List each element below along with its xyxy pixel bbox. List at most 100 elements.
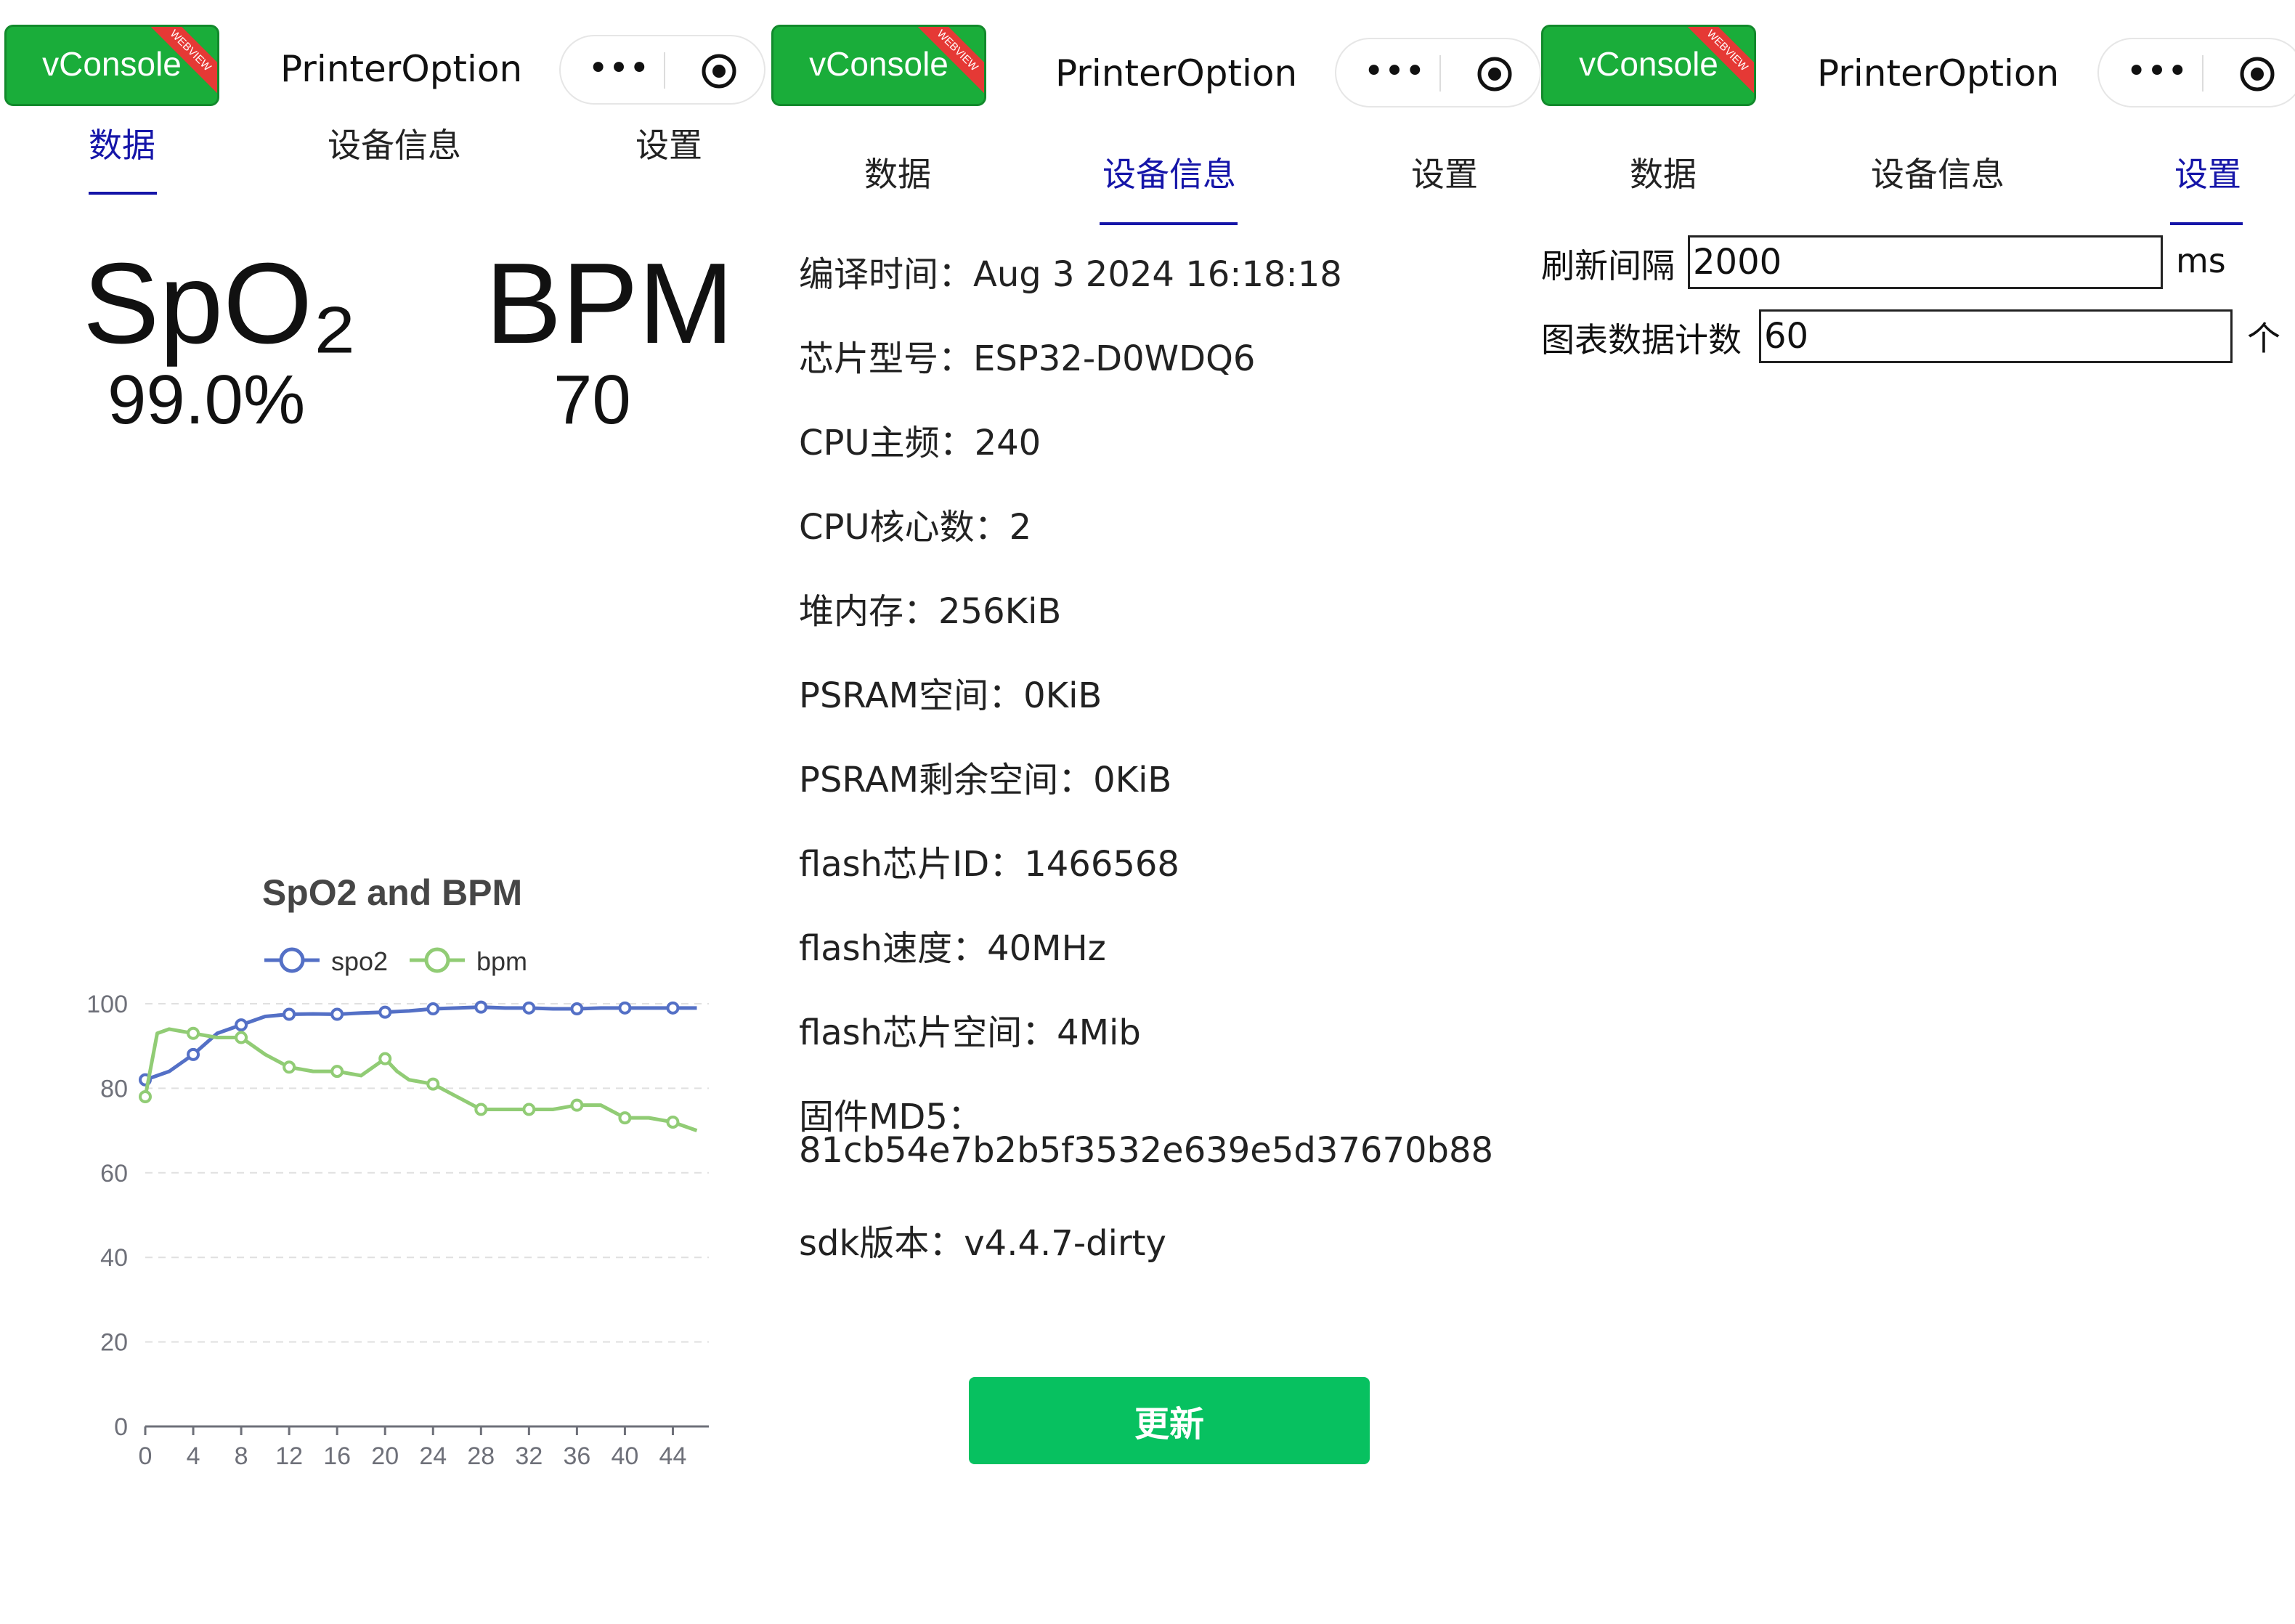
data-point-bpm: [235, 1031, 248, 1044]
info-heap: 堆内存：256KiB: [799, 591, 1062, 632]
data-point-bpm: [330, 1065, 344, 1079]
data-point-spo2: [330, 1007, 344, 1021]
data-point-bpm: [618, 1111, 632, 1125]
x-tick-label: 8: [235, 1442, 248, 1470]
info-sdk-version: sdk版本：v4.4.7-dirty: [799, 1223, 1166, 1264]
vconsole-button[interactable]: vConsole WEBVIEW: [4, 25, 219, 106]
update-button[interactable]: 更新: [969, 1377, 1370, 1464]
chart-count-label: 图表数据计数: [1541, 320, 1742, 360]
x-tick-label: 24: [419, 1442, 447, 1470]
close-miniprogram-icon[interactable]: [700, 52, 738, 90]
y-tick-label: 60: [100, 1160, 128, 1187]
data-point-bpm: [378, 1052, 392, 1065]
chart-axes: 0 4 8 12 16 20 24 28 32 36 40 44: [139, 1425, 709, 1470]
y-tick-label: 0: [114, 1413, 128, 1441]
data-point-bpm: [283, 1060, 296, 1074]
capsule-divider: [664, 52, 665, 89]
legend-label-bpm: bpm: [476, 946, 527, 976]
data-point-spo2: [283, 1007, 296, 1021]
x-tick-label: 32: [515, 1442, 543, 1470]
data-point-bpm: [187, 1026, 200, 1040]
panel-data: vConsole WEBVIEW PrinterOption ••• 数据 设备…: [0, 0, 773, 1624]
tab-active-indicator: [2170, 222, 2243, 225]
tab-settings[interactable]: 设置: [1397, 148, 1492, 196]
tab-active-indicator: [89, 192, 157, 195]
data-point-spo2: [522, 1001, 536, 1015]
app-title: PrinterOption: [1055, 52, 1298, 94]
tab-device-info[interactable]: 设备信息: [1858, 148, 2018, 196]
app-title: PrinterOption: [280, 48, 523, 90]
x-tick-label: 0: [139, 1442, 153, 1470]
x-tick-label: 40: [612, 1442, 639, 1470]
info-cpu-freq: CPU主频：240: [799, 423, 1041, 463]
close-miniprogram-icon[interactable]: [1476, 55, 1514, 93]
series-line-bpm: [143, 1027, 698, 1132]
tab-settings[interactable]: 设置: [622, 119, 716, 167]
tab-active-indicator: [1100, 222, 1238, 225]
data-point-bpm: [570, 1098, 584, 1112]
legend-marker-bpm: [424, 947, 450, 973]
info-cpu-cores: CPU核心数：2: [799, 507, 1032, 548]
refresh-interval-input[interactable]: [1688, 235, 2163, 289]
vconsole-button[interactable]: vConsole WEBVIEW: [1541, 25, 1756, 106]
data-point-spo2: [426, 1002, 440, 1015]
spo2-value: 99.0%: [107, 361, 306, 439]
data-point-spo2: [378, 1005, 392, 1019]
capsule-menu: •••: [1335, 38, 1541, 107]
info-flash-id: flash芯片ID：1466568: [799, 844, 1179, 885]
x-tick-label: 44: [659, 1442, 687, 1470]
panel-settings: vConsole WEBVIEW PrinterOption ••• 数据 设备…: [1534, 0, 2295, 1624]
series-line-spo2: [145, 1005, 697, 1082]
chart-grid: 0 20 40 60 80 100: [86, 991, 709, 1441]
info-psram-size: PSRAM空间：0KiB: [799, 675, 1102, 716]
refresh-interval-label: 刷新间隔: [1541, 246, 1675, 285]
tab-data[interactable]: 数据: [854, 148, 941, 196]
x-tick-label: 12: [275, 1442, 303, 1470]
data-point-bpm: [474, 1103, 488, 1116]
info-build-time: 编译时间：Aug 3 2024 16:18:18: [799, 254, 1342, 295]
spo2-bpm-chart: SpO2 and BPM spo2 bpm 0 20 40 60 80 100 0 4 8 12 1…: [86, 872, 709, 1470]
legend-marker-spo2: [279, 947, 305, 973]
x-tick-label: 28: [467, 1442, 495, 1470]
data-point-spo2: [474, 1000, 488, 1014]
y-tick-label: 40: [100, 1244, 128, 1272]
capsule-divider: [1439, 55, 1441, 92]
capsule-menu: •••: [2097, 38, 2295, 107]
data-point-spo2: [570, 1002, 584, 1015]
chart-count-input[interactable]: [1759, 309, 2233, 363]
info-firmware-md5-value: 81cb54e7b2b5f3532e639e5d37670b88: [799, 1130, 1494, 1171]
more-icon[interactable]: •••: [582, 51, 655, 89]
x-tick-label: 4: [187, 1442, 200, 1470]
info-flash-size: flash芯片空间：4Mib: [799, 1012, 1141, 1053]
data-point-bpm: [522, 1103, 536, 1116]
x-tick-label: 36: [563, 1442, 590, 1470]
chart-count-unit: 个: [2247, 319, 2280, 358]
more-icon[interactable]: •••: [1358, 54, 1431, 92]
info-flash-speed: flash速度：40MHz: [799, 928, 1106, 969]
legend-label-spo2: spo2: [331, 946, 388, 976]
tab-settings[interactable]: 设置: [2164, 148, 2251, 196]
info-psram-free: PSRAM剩余空间：0KiB: [799, 760, 1172, 800]
bpm-label: BPM: [485, 240, 734, 368]
y-tick-label: 80: [100, 1075, 128, 1103]
data-point-spo2: [187, 1047, 200, 1061]
y-tick-label: 100: [86, 991, 128, 1018]
y-tick-label: 20: [100, 1329, 128, 1357]
data-point-bpm: [666, 1115, 680, 1129]
tab-data[interactable]: 数据: [78, 119, 166, 167]
refresh-interval-unit: ms: [2176, 241, 2226, 280]
more-icon[interactable]: •••: [2121, 54, 2193, 92]
capsule-divider: [2202, 55, 2203, 92]
tab-device-info[interactable]: 设备信息: [1089, 148, 1249, 196]
chart-series: [139, 1000, 698, 1132]
spo2-label: SpO₂: [83, 240, 357, 368]
tab-device-info[interactable]: 设备信息: [318, 119, 471, 167]
data-point-spo2: [235, 1018, 248, 1032]
capsule-menu: •••: [559, 35, 765, 105]
close-miniprogram-icon[interactable]: [2238, 55, 2276, 93]
vconsole-button[interactable]: vConsole WEBVIEW: [771, 25, 986, 106]
info-chip-model: 芯片型号：ESP32-D0WDQ6: [799, 338, 1256, 379]
tab-data[interactable]: 数据: [1620, 148, 1707, 196]
x-tick-label: 16: [323, 1442, 351, 1470]
app-title: PrinterOption: [1817, 52, 2060, 94]
